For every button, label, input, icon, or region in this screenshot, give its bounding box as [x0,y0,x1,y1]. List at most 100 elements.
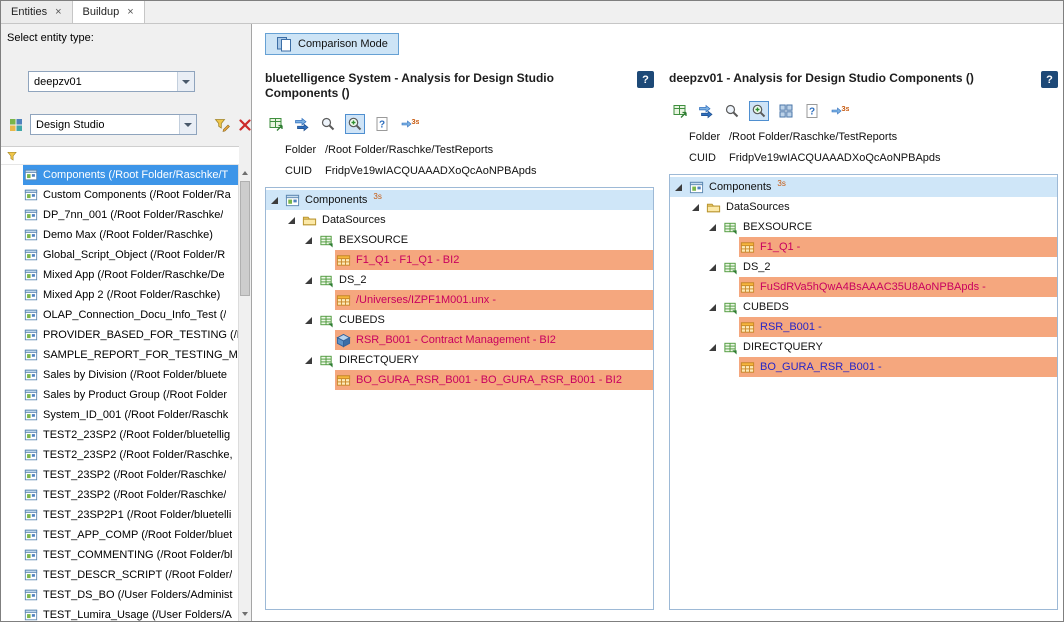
transfer-icon[interactable] [697,102,715,120]
tree-node-rsr-b001[interactable]: RSR_B001 - [670,317,1057,337]
expander-icon[interactable] [708,223,717,232]
entity-list-item[interactable]: Custom Components (/Root Folder/Ra [1,185,239,205]
entity-list-item[interactable]: SAMPLE_REPORT_FOR_TESTING_M ( [1,345,239,365]
entity-list-item[interactable]: Demo Max (/Root Folder/Raschke) [1,225,239,245]
expander-icon[interactable] [708,263,717,272]
tree-node-bo-gura[interactable]: BO_GURA_RSR_B001 - [670,357,1057,377]
scroll-up-icon[interactable] [239,165,251,180]
entity-list-item[interactable]: TEST_23SP2P1 (/Root Folder/bluetelli [1,505,239,525]
tree-node-universe[interactable]: /Universes/IZPF1M001.unx - [266,290,653,310]
third-system-icon[interactable] [829,102,850,120]
entity-list-item[interactable]: Sales by Product Group (/Root Folder [1,385,239,405]
system-dropdown[interactable]: deepzv01 [28,71,195,92]
third-system-icon[interactable] [399,115,420,133]
entity-list-item[interactable]: TEST_23SP2 (/Root Folder/Raschke/ [1,465,239,485]
datasource-icon [723,220,738,235]
cuid-label: CUID [285,165,325,177]
help-doc-icon[interactable] [803,102,821,120]
entity-list-item[interactable]: Mixed App 2 (/Root Folder/Raschke) [1,285,239,305]
application-icon [24,268,38,282]
close-icon[interactable]: × [55,7,61,18]
comparison-icon [276,36,292,52]
entity-list-item[interactable]: TEST2_23SP2 (/Root Folder/Raschke, [1,445,239,465]
entity-list-item[interactable]: Components (/Root Folder/Raschke/T [1,165,239,185]
tree-node-bo-gura[interactable]: BO_GURA_RSR_B001 - BO_GURA_RSR_B001 - BI… [266,370,653,390]
tree-node-ds-2[interactable]: DS_2 [670,257,1057,277]
application-icon [24,608,38,621]
expander-icon[interactable] [304,276,313,285]
entity-list-scrollbar[interactable] [238,165,251,621]
entity-list-item[interactable]: Sales by Division (/Root Folder/bluete [1,365,239,385]
expander-icon[interactable] [674,183,683,192]
entity-list-item[interactable]: TEST_DS_BO (/User Folders/Administ [1,585,239,605]
expander-icon[interactable] [287,216,296,225]
entity-list-item[interactable]: DP_7nn_001 (/Root Folder/Raschke/ [1,205,239,225]
excel-export-icon[interactable] [267,115,285,133]
tab-entities[interactable]: Entities × [1,1,73,23]
entity-list-item[interactable]: TEST2_23SP2 (/Root Folder/bluetellig [1,425,239,445]
filter-icon [6,150,18,162]
tree-node-datasources[interactable]: DataSources [670,197,1057,217]
filter-edit-icon[interactable] [213,116,231,134]
entity-list-item[interactable]: TEST_DESCR_SCRIPT (/Root Folder/ [1,565,239,585]
expander-icon[interactable] [691,203,700,212]
tree-node-components[interactable]: Components3s [266,190,653,210]
help-icon[interactable]: ? [1041,71,1058,88]
zoom-plus-icon[interactable] [749,101,769,121]
tree-node-rsr-b001[interactable]: RSR_B001 - Contract Management - BI2 [266,330,653,350]
help-icon[interactable]: ? [637,71,654,88]
expander-icon[interactable] [270,196,279,205]
application-icon [24,188,38,202]
folder-icon [302,213,317,228]
entity-list-item[interactable]: TEST_APP_COMP (/Root Folder/bluet [1,525,239,545]
tree-node-components[interactable]: Components3s [670,177,1057,197]
tree-node-cubeds[interactable]: CUBEDS [670,297,1057,317]
entity-list-item[interactable]: OLAP_Connection_Docu_Info_Test (/ [1,305,239,325]
entity-list-item[interactable]: TEST_Lumira_Usage (/User Folders/A [1,605,239,621]
zoom-icon[interactable] [723,102,741,120]
tree-node-fusdrva[interactable]: FuSdRVa5hQwA4BsAAAC35U8AoNPBApds - [670,277,1057,297]
entity-list-item[interactable]: Global_Script_Object (/Root Folder/R [1,245,239,265]
excel-export-icon[interactable] [671,102,689,120]
comparison-mode-label: Comparison Mode [298,38,388,50]
expander-icon[interactable] [304,236,313,245]
scrollbar-thumb[interactable] [240,181,250,296]
main-area: Comparison Mode bluetelligence System - … [252,24,1063,621]
help-doc-icon[interactable] [373,115,391,133]
tree-node-ds-2[interactable]: DS_2 [266,270,653,290]
close-icon[interactable]: × [127,7,133,18]
zoom-plus-icon[interactable] [345,114,365,134]
entity-list-item[interactable]: Mixed App (/Root Folder/Raschke/De [1,265,239,285]
entity-list-item[interactable]: System_ID_001 (/Root Folder/Raschk [1,405,239,425]
folder-value: /Root Folder/Raschke/TestReports [325,144,493,156]
zoom-icon[interactable] [319,115,337,133]
query-icon [336,293,351,308]
tree-node-bexsource[interactable]: BEXSOURCE [266,230,653,250]
chevron-down-icon[interactable] [177,72,194,91]
application-icon [24,388,38,402]
application-icon [24,228,38,242]
tree-node-datasources[interactable]: DataSources [266,210,653,230]
transfer-icon[interactable] [293,115,311,133]
entity-type-dropdown[interactable]: Design Studio [30,114,197,135]
expander-icon[interactable] [304,316,313,325]
comparison-mode-button[interactable]: Comparison Mode [265,33,399,55]
entity-list-item[interactable]: TEST_23SP2 (/Root Folder/Raschke/ [1,485,239,505]
expander-icon[interactable] [708,343,717,352]
scroll-down-icon[interactable] [239,606,251,621]
tree-node-bexsource[interactable]: BEXSOURCE [670,217,1057,237]
list-filter-row[interactable] [1,146,239,165]
tree-node-directquery[interactable]: DIRECTQUERY [266,350,653,370]
expander-icon[interactable] [708,303,717,312]
datasource-icon [319,233,334,248]
tile-view-icon[interactable] [777,102,795,120]
tab-buildup[interactable]: Buildup × [73,1,145,23]
entity-list-item[interactable]: PROVIDER_BASED_FOR_TESTING (/F [1,325,239,345]
chevron-down-icon[interactable] [179,115,196,134]
tree-node-f1-q1[interactable]: F1_Q1 - F1_Q1 - BI2 [266,250,653,270]
tree-node-cubeds[interactable]: CUBEDS [266,310,653,330]
entity-list-item[interactable]: TEST_COMMENTING (/Root Folder/bl [1,545,239,565]
tree-node-directquery[interactable]: DIRECTQUERY [670,337,1057,357]
tree-node-f1-q1[interactable]: F1_Q1 - [670,237,1057,257]
expander-icon[interactable] [304,356,313,365]
